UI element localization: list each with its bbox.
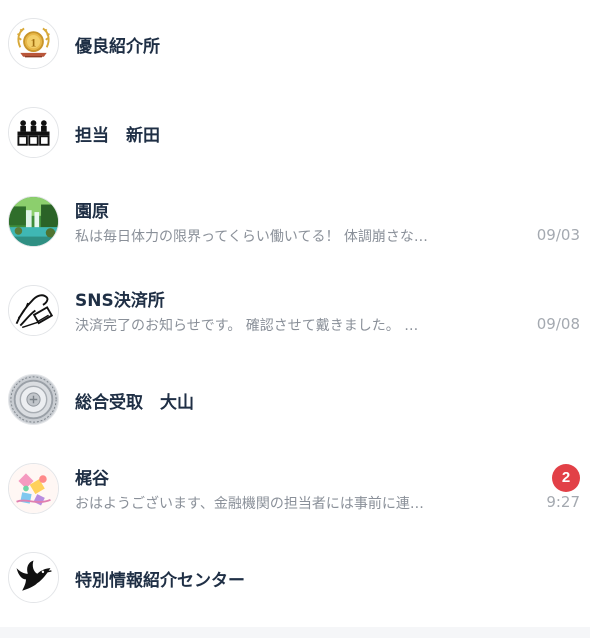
dove-icon (9, 553, 58, 602)
chat-name: 園原 (75, 202, 109, 222)
chat-row[interactable]: 1 優良紹介所 (0, 0, 590, 89)
coin-stack-photo (9, 375, 58, 424)
chat-name: 特別情報紹介センター (75, 571, 245, 591)
chat-name: SNS決済所 (75, 291, 165, 311)
avatar[interactable] (8, 285, 59, 336)
hand-with-phone-icon (9, 286, 58, 335)
colorful-illustration-photo (9, 464, 58, 513)
timestamp: 9:27 (546, 493, 580, 511)
message-preview: 私は毎日体力の限界ってくらい働いてる！ 体調崩さな… (75, 229, 428, 245)
chat-row[interactable]: 梶谷 おはようございます、金融機関の担当者には事前に連… 2 9:27 (0, 445, 590, 534)
bottom-bar (0, 627, 590, 638)
chat-name: 担当 新田 (75, 126, 160, 146)
forest-waterfall-photo (9, 197, 58, 246)
timestamp: 09/03 (536, 226, 580, 244)
avatar[interactable] (8, 374, 59, 425)
chat-row[interactable]: SNS決済所 決済完了のお知らせです。 確認させて戴きました。 … 09/08 (0, 267, 590, 356)
chat-name: 優良紹介所 (75, 37, 160, 57)
avatar[interactable] (8, 552, 59, 603)
chat-row[interactable]: 特別情報紹介センター (0, 534, 590, 623)
svg-text:1: 1 (31, 37, 37, 49)
message-preview: おはようございます、金融機関の担当者には事前に連… (75, 496, 424, 512)
timestamp: 09/08 (536, 315, 580, 333)
chat-row[interactable]: 総合受取 大山 (0, 356, 590, 445)
avatar[interactable] (8, 463, 59, 514)
avatar[interactable] (8, 107, 59, 158)
chat-row[interactable]: 担当 新田 (0, 89, 590, 178)
office-desk-icon (9, 108, 58, 157)
chat-name: 梶谷 (75, 469, 109, 489)
avatar[interactable] (8, 196, 59, 247)
chat-row[interactable]: 園原 私は毎日体力の限界ってくらい働いてる！ 体調崩さな… 09/03 (0, 178, 590, 267)
unread-count-badge: 2 (552, 464, 580, 492)
message-preview: 決済完了のお知らせです。 確認させて戴きました。 … (75, 318, 419, 334)
award-medal-icon: 1 (9, 19, 58, 68)
avatar[interactable]: 1 (8, 18, 59, 69)
chat-name: 総合受取 大山 (75, 393, 194, 413)
